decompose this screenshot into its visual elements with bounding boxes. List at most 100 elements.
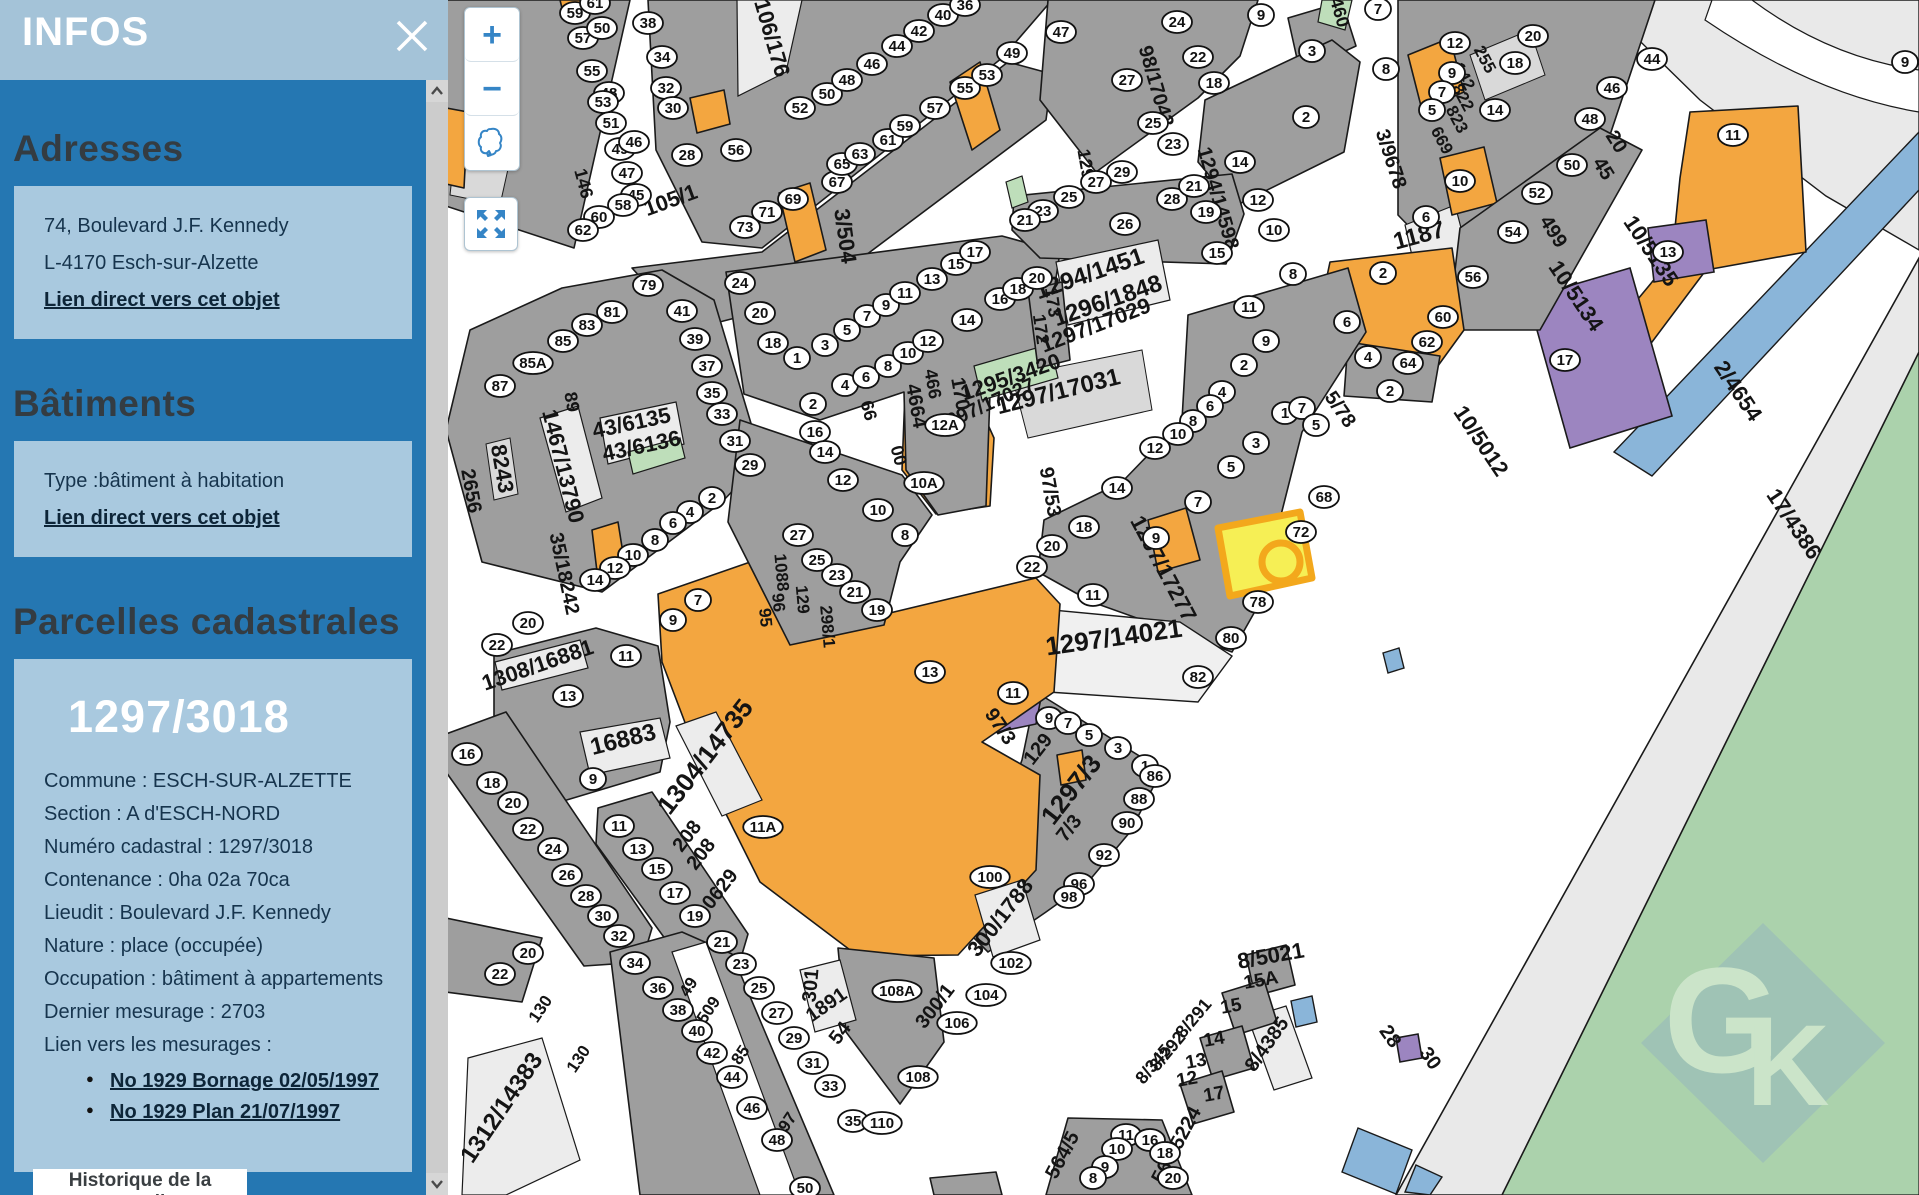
- house-number-label: 27: [1112, 69, 1142, 91]
- house-number-label: 57: [920, 97, 950, 119]
- svg-text:8: 8: [1289, 266, 1297, 283]
- parcel-detail-line: Dernier mesurage : 2703: [44, 996, 402, 1029]
- house-number-label: 12A: [925, 414, 965, 436]
- svg-text:29: 29: [1114, 164, 1131, 181]
- zoom-in-button[interactable]: +: [465, 8, 519, 62]
- blue-parcel: [1291, 996, 1317, 1027]
- svg-text:14: 14: [1109, 480, 1126, 497]
- house-number-label: 60: [1428, 306, 1458, 328]
- house-number-label: 30: [658, 97, 688, 119]
- parcel-detail-line: Numéro cadastral : 1297/3018: [44, 831, 402, 864]
- house-number-label: 23: [726, 953, 756, 975]
- svg-text:25: 25: [751, 980, 768, 997]
- house-number-label: 10: [1259, 219, 1289, 241]
- svg-text:62: 62: [575, 222, 592, 239]
- house-number-label: 3: [1243, 432, 1269, 454]
- svg-text:35: 35: [845, 1113, 862, 1130]
- house-number-label: 19: [862, 599, 892, 621]
- house-number-label: 13: [1653, 241, 1683, 263]
- house-number-label: 18: [1150, 1142, 1180, 1164]
- house-number-label: 98: [1054, 886, 1084, 908]
- svg-text:51: 51: [603, 115, 620, 132]
- svg-text:20: 20: [1029, 270, 1046, 287]
- info-panel-header: INFOS: [0, 0, 448, 80]
- house-number-label: 51: [596, 112, 626, 134]
- zoom-out-button[interactable]: −: [465, 62, 519, 116]
- svg-text:21: 21: [714, 934, 731, 951]
- scrollbar-down-icon[interactable]: [426, 1173, 448, 1195]
- svg-text:102: 102: [998, 955, 1023, 972]
- svg-text:12: 12: [920, 333, 937, 350]
- cadastre-viewer: Adresses 74, Boulevard J.F. Kennedy L-41…: [0, 0, 1919, 1195]
- svg-text:62: 62: [1419, 334, 1436, 351]
- svg-text:85A: 85A: [519, 355, 547, 372]
- house-number-label: 38: [633, 12, 663, 34]
- mesurage-link[interactable]: No 1929 Plan 21/07/1997: [110, 1101, 340, 1123]
- house-number-label: 11: [1234, 296, 1264, 318]
- cadastral-map[interactable]: G K 106/176105/13/5041461467/13790824326…: [448, 0, 1919, 1195]
- house-number-label: 83: [572, 314, 602, 336]
- mesurage-link[interactable]: No 1929 Bornage 02/05/1997: [110, 1070, 379, 1092]
- svg-text:46: 46: [626, 134, 643, 151]
- svg-text:55: 55: [957, 80, 974, 97]
- svg-text:63: 63: [852, 146, 869, 163]
- svg-text:59: 59: [897, 118, 914, 135]
- svg-text:71: 71: [759, 204, 776, 221]
- house-number-label: 7: [1365, 0, 1391, 20]
- svg-text:30: 30: [595, 908, 612, 925]
- house-number-label: 21: [840, 581, 870, 603]
- svg-text:82: 82: [1190, 669, 1207, 686]
- svg-text:24: 24: [1169, 14, 1186, 31]
- svg-text:42: 42: [704, 1045, 721, 1062]
- house-number-label: 61: [580, 0, 610, 14]
- fullscreen-icon[interactable]: [464, 197, 518, 251]
- building-box: Type :bâtiment à habitation Lien direct …: [14, 441, 412, 557]
- svg-text:12: 12: [835, 472, 852, 489]
- svg-text:K: K: [1746, 1002, 1829, 1130]
- svg-text:8: 8: [884, 358, 892, 375]
- house-number-label: 20: [1158, 1167, 1188, 1189]
- house-number-label: 8: [1373, 58, 1399, 80]
- close-icon[interactable]: [390, 14, 434, 58]
- house-number-label: 22: [1017, 556, 1047, 578]
- house-number-label: 44: [1637, 48, 1667, 70]
- svg-text:39: 39: [687, 331, 704, 348]
- svg-text:9: 9: [1448, 65, 1456, 82]
- svg-text:79: 79: [640, 277, 657, 294]
- svg-text:110: 110: [870, 1115, 894, 1132]
- house-number-label: 62: [1412, 331, 1442, 353]
- svg-text:52: 52: [792, 100, 809, 117]
- house-number-label: 24: [1162, 11, 1192, 33]
- house-number-label: 80: [1216, 627, 1246, 649]
- svg-text:7: 7: [1438, 84, 1446, 101]
- parcel-number-label: 14: [1202, 1027, 1227, 1051]
- parcel-history-button[interactable]: Historique de la parcelle: [33, 1169, 247, 1195]
- svg-text:13: 13: [922, 664, 939, 681]
- svg-text:13: 13: [560, 688, 577, 705]
- house-number-label: 13: [917, 268, 947, 290]
- svg-text:20: 20: [1165, 1170, 1182, 1187]
- svg-text:36: 36: [957, 0, 974, 14]
- house-number-label: 15: [1202, 242, 1232, 264]
- scrollbar-up-icon[interactable]: [426, 80, 448, 102]
- svg-text:16: 16: [807, 424, 824, 441]
- parcel-number-label: 15: [1219, 994, 1244, 1018]
- building-direct-link[interactable]: Lien direct vers cet objet: [44, 507, 280, 529]
- svg-text:18: 18: [765, 335, 782, 352]
- luxembourg-extent-icon[interactable]: [465, 116, 519, 170]
- svg-text:5: 5: [1085, 727, 1093, 744]
- svg-text:2: 2: [1240, 357, 1248, 374]
- house-number-label: 25: [1054, 186, 1084, 208]
- house-number-label: 100: [970, 866, 1010, 888]
- svg-text:14: 14: [959, 312, 976, 329]
- panel-scrollbar[interactable]: [426, 80, 448, 1195]
- svg-text:12: 12: [607, 560, 624, 577]
- house-number-label: 106: [937, 1012, 977, 1034]
- svg-text:55: 55: [584, 63, 601, 80]
- house-number-label: 35: [697, 382, 727, 404]
- address-direct-link[interactable]: Lien direct vers cet objet: [44, 289, 280, 311]
- house-number-label: 30: [588, 905, 618, 927]
- svg-text:80: 80: [1223, 630, 1240, 647]
- scrollbar-thumb[interactable]: [426, 102, 448, 1173]
- svg-text:34: 34: [654, 49, 671, 66]
